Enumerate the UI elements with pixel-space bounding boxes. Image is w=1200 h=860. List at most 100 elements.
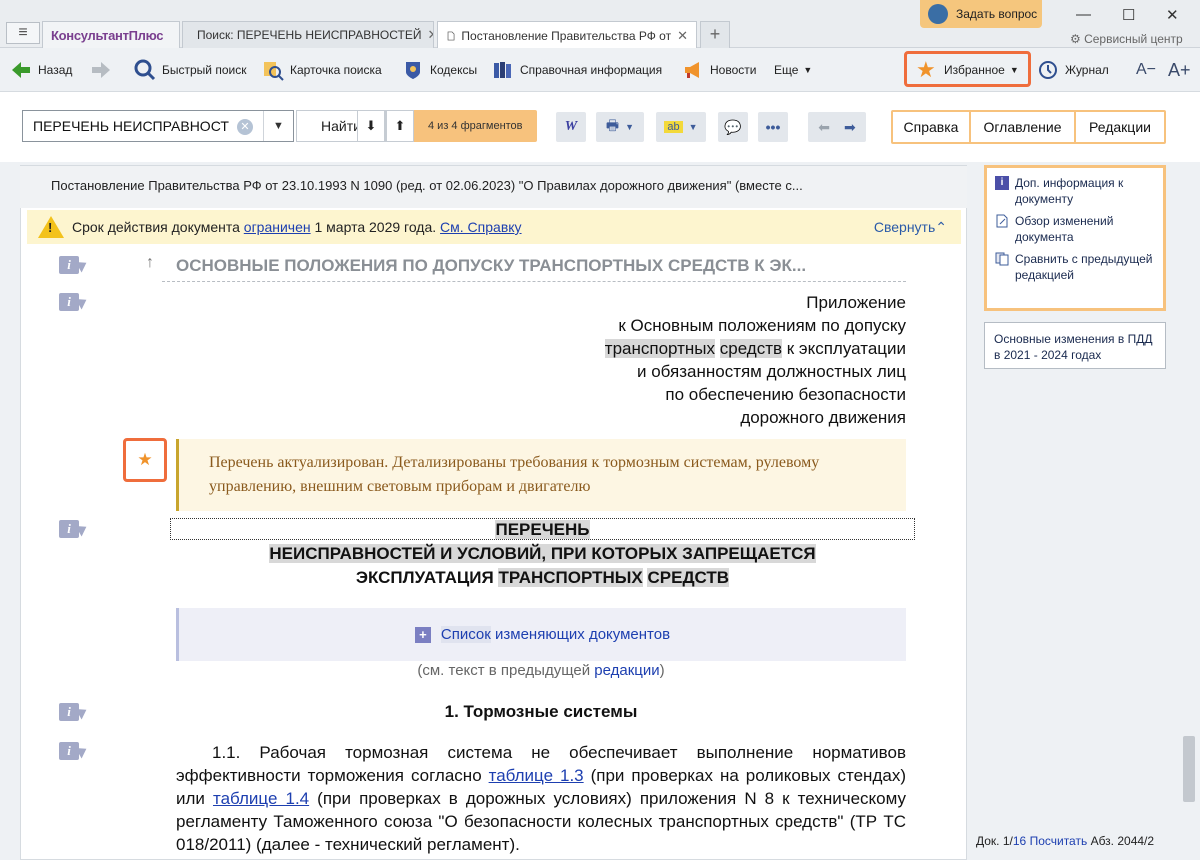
dots-icon: ••• xyxy=(765,119,781,135)
limited-link[interactable]: ограничен xyxy=(244,219,311,235)
font-increase-button[interactable]: A+ xyxy=(1168,58,1191,82)
maximize-button[interactable]: ☐ xyxy=(1122,6,1135,24)
previous-edition-note: (см. текст в предыдущей редакции) xyxy=(417,662,665,679)
history-icon xyxy=(1039,61,1057,79)
search-card-button[interactable]: Карточка поиска xyxy=(262,58,382,82)
scrollbar-thumb[interactable] xyxy=(1183,736,1195,802)
arrow-right-icon xyxy=(92,62,110,78)
quick-search-label: Быстрый поиск xyxy=(162,63,247,77)
search-input-value: ПЕРЕЧЕНЬ НЕИСПРАВНОСТ xyxy=(33,118,229,134)
megaphone-icon xyxy=(685,62,699,78)
minimize-button[interactable]: — xyxy=(1076,6,1091,23)
editorial-note: Перечень актуализирован. Детализированы … xyxy=(176,439,906,511)
font-decrease-button[interactable]: A− xyxy=(1136,58,1156,82)
count-link[interactable]: Посчитать xyxy=(1030,834,1088,848)
forward-button[interactable] xyxy=(90,58,118,82)
magnifier-icon xyxy=(134,59,156,81)
more-actions-button[interactable]: ••• xyxy=(758,112,788,142)
pdd-changes-link[interactable]: Основные изменения в ПДД в 2021 - 2024 г… xyxy=(984,322,1166,369)
service-center-label: Сервисный центр xyxy=(1084,32,1183,46)
service-center-link[interactable]: ⚙ Сервисный центр xyxy=(1070,32,1183,46)
tab-editions[interactable]: Редакции xyxy=(1076,112,1164,142)
table-1-4-link[interactable]: таблице 1.4 xyxy=(213,789,309,808)
print-button[interactable]: 🖶 ▼ xyxy=(596,112,644,142)
section-title: 1. Тормозные системы xyxy=(444,702,638,721)
favorites-highlight-frame xyxy=(904,51,1031,87)
clear-icon[interactable]: ✕ xyxy=(237,119,253,135)
find-next-button[interactable]: ⬇ xyxy=(357,110,385,142)
sidebar-item-label: Сравнить с предыдущей редакцией xyxy=(1015,252,1153,282)
previous-edition-link[interactable]: редакции xyxy=(594,662,659,679)
word-export-button[interactable]: W xyxy=(556,112,586,142)
highlight-button[interactable]: ab ▼ xyxy=(656,112,706,142)
warning-text: Срок действия документа ограничен 1 март… xyxy=(72,219,522,235)
arrow-down-icon: ⬇ xyxy=(365,118,377,133)
ask-question-button[interactable]: Задать вопрос xyxy=(920,0,1042,28)
comment-button[interactable]: 💬 xyxy=(718,112,748,142)
document-info-panel: i Доп. информация к документу Обзор изме… xyxy=(984,165,1166,311)
main-menu-button[interactable]: ≡ xyxy=(6,22,40,44)
tab-spravka[interactable]: Справка xyxy=(893,112,969,142)
table-1-3-link[interactable]: таблице 1.3 xyxy=(489,766,584,785)
title-bar: ≡ КонсультантПлюс Поиск: ПЕРЕЧЕНЬ НЕИСПР… xyxy=(0,0,1200,49)
info-marker-icon[interactable]: i xyxy=(59,742,90,760)
tab-search[interactable]: Поиск: ПЕРЕЧЕНЬ НЕИСПРАВНОСТЕЙ ✕ xyxy=(182,21,434,48)
warning-icon: ! xyxy=(38,216,64,238)
info-marker-icon[interactable]: i xyxy=(59,703,90,721)
reference-button[interactable]: Справочная информация xyxy=(492,58,662,82)
paragraph-1-1: 1.1. Рабочая тормозная система не обеспе… xyxy=(176,743,907,854)
codes-button[interactable]: Кодексы xyxy=(402,58,477,82)
amending-documents-list[interactable]: + Список изменяющих документов xyxy=(176,608,906,661)
tab-document[interactable]: Постановление Правительства РФ от ✕ xyxy=(437,21,697,49)
printer-icon: 🖶 xyxy=(605,117,620,133)
tab-home[interactable]: КонсультантПлюс xyxy=(42,21,180,48)
compare-icon xyxy=(995,252,1009,266)
close-window-button[interactable]: ✕ xyxy=(1166,6,1179,24)
doc-total-link[interactable]: 16 xyxy=(1013,834,1026,848)
back-label: Назад xyxy=(38,63,73,77)
info-marker-icon[interactable]: i xyxy=(59,293,90,311)
sidebar-item-compare[interactable]: Сравнить с предыдущей редакцией xyxy=(995,251,1155,283)
arrow-left-icon xyxy=(12,62,30,78)
divider xyxy=(162,281,906,282)
new-tab-button[interactable]: + xyxy=(700,21,730,48)
sidebar-item-extra-info[interactable]: i Доп. информация к документу xyxy=(995,175,1155,207)
back-button[interactable]: Назад xyxy=(10,58,72,82)
more-label: Еще xyxy=(774,63,799,77)
ask-question-label: Задать вопрос xyxy=(956,7,1038,21)
journal-button[interactable]: Журнал xyxy=(1037,58,1109,82)
document-main-title: ПЕРЕЧЕНЬ НЕИСПРАВНОСТЕЙ И УСЛОВИЙ, ПРИ К… xyxy=(269,520,816,587)
info-icon: i xyxy=(995,176,1009,190)
expand-icon[interactable]: + xyxy=(414,626,431,643)
search-history-dropdown[interactable]: ▼ xyxy=(263,111,293,141)
close-icon[interactable]: ✕ xyxy=(421,27,433,43)
books-icon xyxy=(494,62,511,78)
arrow-up-icon[interactable]: ↑ xyxy=(146,254,154,272)
collapse-button[interactable]: Свернуть⌃ xyxy=(874,219,947,236)
tab-contents[interactable]: Оглавление xyxy=(971,112,1074,142)
info-marker-icon[interactable]: i xyxy=(59,520,90,538)
reference-label: Справочная информация xyxy=(520,63,663,77)
find-prev-button[interactable]: ⬆ xyxy=(386,110,414,142)
journal-label: Журнал xyxy=(1065,63,1109,77)
arrow-up-icon: ⬆ xyxy=(394,118,406,133)
more-menu[interactable]: Еще ▼ xyxy=(774,58,812,82)
close-icon[interactable]: ✕ xyxy=(671,28,688,44)
see-reference-link[interactable]: См. Справку xyxy=(440,219,522,235)
brand-logo: КонсультантПлюс xyxy=(51,27,164,43)
tab-search-label: Поиск: ПЕРЕЧЕНЬ НЕИСПРАВНОСТЕЙ xyxy=(197,28,422,42)
arrow-right-icon[interactable]: ➡ xyxy=(844,119,856,136)
bookmark-star-icon[interactable]: ★ xyxy=(123,438,167,482)
section-heading: ОСНОВНЫЕ ПОЛОЖЕНИЯ ПО ДОПУСКУ ТРАНСПОРТН… xyxy=(176,256,807,275)
edit-document-icon xyxy=(996,214,1008,228)
quick-search-button[interactable]: Быстрый поиск xyxy=(134,58,246,82)
document-search-input[interactable]: ПЕРЕЧЕНЬ НЕИСПРАВНОСТ ✕ ▼ xyxy=(22,110,294,142)
news-button[interactable]: Новости xyxy=(682,58,756,82)
sidebar-item-changes-review[interactable]: Обзор изменений документа xyxy=(995,213,1155,245)
nav-arrows[interactable]: ⬅ ➡ xyxy=(808,112,866,142)
chevron-up-icon: ⌃ xyxy=(935,218,947,235)
codes-label: Кодексы xyxy=(430,63,478,77)
fragments-counter: 4 из 4 фрагментов xyxy=(428,120,523,132)
arrow-left-icon[interactable]: ⬅ xyxy=(818,119,830,136)
info-marker-icon[interactable]: i xyxy=(59,256,90,274)
